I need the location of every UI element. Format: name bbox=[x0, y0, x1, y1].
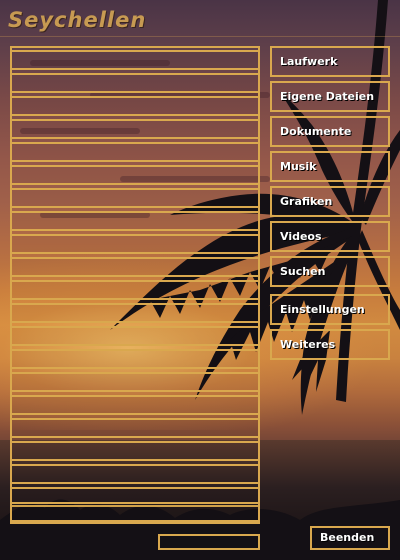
list-item[interactable] bbox=[12, 349, 258, 369]
menu-button-eigene-dateien[interactable]: Eigene Dateien bbox=[270, 81, 390, 112]
list-item[interactable] bbox=[12, 188, 258, 208]
app-title: Seychellen bbox=[8, 8, 147, 32]
list-item[interactable] bbox=[12, 211, 258, 231]
quit-button[interactable]: Beenden bbox=[310, 526, 390, 550]
menu-button-weiteres[interactable]: Weiteres bbox=[270, 329, 390, 360]
list-item[interactable] bbox=[12, 502, 258, 522]
menu-button-grafiken[interactable]: Grafiken bbox=[270, 186, 390, 217]
list-item[interactable] bbox=[12, 50, 258, 70]
list-item[interactable] bbox=[12, 119, 258, 139]
list-item[interactable] bbox=[12, 96, 258, 116]
list-item[interactable] bbox=[12, 464, 258, 484]
list-item[interactable] bbox=[12, 395, 258, 415]
menu-button-musik[interactable]: Musik bbox=[270, 151, 390, 182]
list-item[interactable] bbox=[12, 441, 258, 461]
menu-button-videos[interactable]: Videos bbox=[270, 221, 390, 252]
list-item[interactable] bbox=[12, 234, 258, 254]
list-item[interactable] bbox=[12, 418, 258, 438]
list-item[interactable] bbox=[12, 165, 258, 185]
status-field[interactable] bbox=[158, 534, 260, 550]
file-list[interactable] bbox=[10, 46, 260, 524]
list-item[interactable] bbox=[12, 303, 258, 323]
list-item[interactable] bbox=[12, 257, 258, 277]
list-item[interactable] bbox=[12, 326, 258, 346]
list-item[interactable] bbox=[12, 372, 258, 392]
title-divider bbox=[0, 36, 400, 37]
menu-button-dokumente[interactable]: Dokumente bbox=[270, 116, 390, 147]
menu-button-einstellungen[interactable]: Einstellungen bbox=[270, 294, 390, 325]
list-item[interactable] bbox=[12, 280, 258, 300]
menu-button-suchen[interactable]: Suchen bbox=[270, 256, 390, 287]
app-window: Seychellen Laufwerk Eigene Dateien Dokum… bbox=[0, 0, 400, 560]
list-item[interactable] bbox=[12, 73, 258, 93]
list-item[interactable] bbox=[12, 142, 258, 162]
menu-button-laufwerk[interactable]: Laufwerk bbox=[270, 46, 390, 77]
